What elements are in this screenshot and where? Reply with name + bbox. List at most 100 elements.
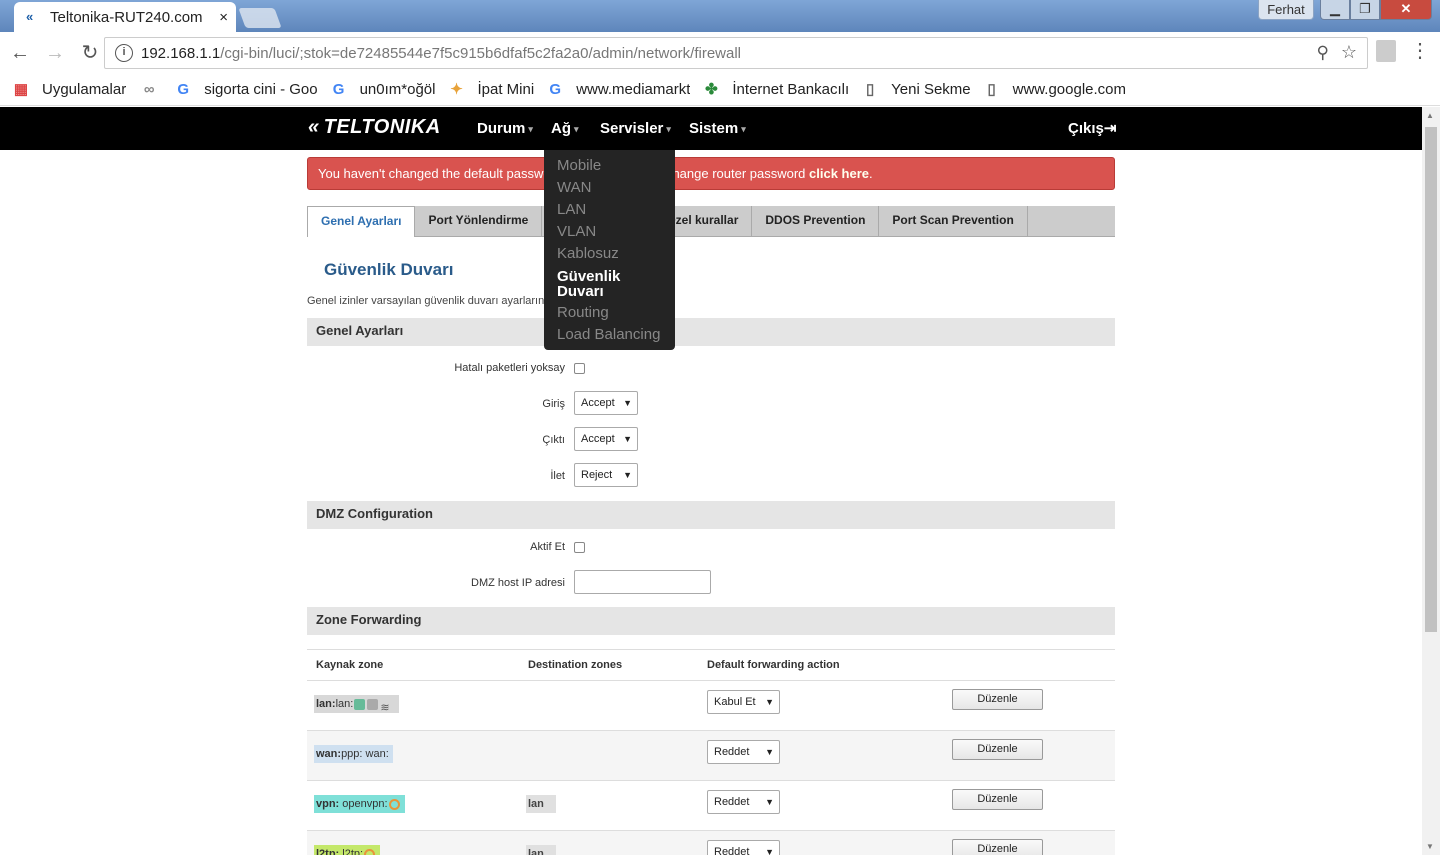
bookmark-item[interactable]: Gsigorta cini - Goo — [174, 81, 317, 99]
teltonika-logo[interactable]: « TELTONIKA — [308, 116, 441, 139]
dmz-heading: DMZ Configuration — [307, 501, 1115, 529]
bookmark-item[interactable]: ✦ İpat Mini — [447, 81, 534, 99]
dropdown-item-lan[interactable]: LAN — [544, 199, 675, 221]
nav-durum-label: Durum — [477, 120, 526, 137]
dropdown-item-load-balancing[interactable]: Load Balancing — [544, 324, 675, 346]
close-tab-icon[interactable]: × — [219, 9, 228, 26]
forward-policy-select[interactable]: Reject ▼ — [574, 463, 638, 487]
link-icon: ∞ — [143, 80, 155, 98]
edit-button[interactable]: Düzenle — [952, 739, 1043, 760]
zone-forwarding-heading: Zone Forwarding — [307, 607, 1115, 635]
bookmark-item[interactable]: ▯ www.google.com — [983, 81, 1126, 99]
bookmark-label: İpat Mini — [477, 81, 535, 98]
dropdown-item-mobile[interactable]: Mobile — [544, 155, 675, 177]
zone-label: vpn: openvpn: — [314, 795, 405, 813]
logout-link[interactable]: Çıkış⇥ — [1068, 107, 1116, 150]
chevron-down-icon: ▾ — [741, 123, 746, 134]
col-destination-zones: Destination zones — [528, 659, 623, 671]
nav-ag[interactable]: Ağ ▾ — [551, 107, 579, 150]
bookmark-item[interactable]: Gwww.mediamarkt — [546, 81, 690, 99]
scroll-up-icon[interactable]: ▲ — [1426, 111, 1434, 120]
dropdown-item-routing[interactable]: Routing — [544, 302, 675, 324]
firewall-tabs: Genel AyarlarıPort YönlendirmeTrafik Kur… — [307, 206, 1115, 237]
input-policy-select[interactable]: Accept ▼ — [574, 391, 638, 415]
maximize-button[interactable]: ❐ — [1350, 0, 1380, 20]
output-label: Çıktı — [542, 434, 565, 446]
page-title: Güvenlik Duvarı — [324, 260, 454, 279]
output-policy-value: Accept — [581, 433, 615, 445]
bookmark-star-icon[interactable]: ☆ — [1341, 42, 1357, 63]
scrollbar-thumb[interactable] — [1425, 127, 1437, 632]
dropdown-item-g-venlik-duvar-[interactable]: Güvenlik Duvarı — [544, 265, 675, 302]
site-info-icon[interactable]: i — [115, 44, 133, 62]
change-password-link[interactable]: click here — [809, 166, 869, 181]
dmz-host-input[interactable] — [574, 570, 711, 594]
zone-name: lan: — [316, 698, 336, 710]
forward-policy-value: Reject — [581, 469, 613, 481]
bookmark-label: Yeni Sekme — [891, 81, 971, 98]
dmz-enable-checkbox[interactable] — [574, 542, 585, 553]
page-scrollbar[interactable]: ▲ ▼ — [1422, 107, 1440, 855]
scroll-down-icon[interactable]: ▼ — [1426, 842, 1434, 851]
network-dropdown-menu: Mobile WAN LAN VLAN Kablosuz Güvenlik Duvarı R… — [544, 150, 675, 350]
bookmark-label: Uygulamalar — [42, 81, 127, 98]
nav-servisler[interactable]: Servisler ▾ — [600, 107, 671, 150]
browser-toolbar: ← → ↻ i 192.168.1.1/cgi-bin/luci/;stok=d… — [0, 32, 1440, 74]
forward-action-select[interactable]: Kabul Et ▼ — [707, 690, 780, 714]
bookmark-item[interactable]: ▦ Uygulamalar — [12, 81, 126, 99]
dropdown-item-wan[interactable]: WAN — [544, 177, 675, 199]
forward-button[interactable]: → — [40, 38, 70, 68]
tab-genel-ayarlar-[interactable]: Genel Ayarları — [307, 206, 416, 237]
forward-action-select[interactable]: Reddet ▼ — [707, 790, 780, 814]
drop-invalid-checkbox[interactable] — [574, 363, 585, 374]
edit-button[interactable]: Düzenle — [952, 689, 1043, 710]
bookmark-label: www.mediamarkt — [576, 81, 691, 98]
dropdown-item-vlan[interactable]: VLAN — [544, 221, 675, 243]
new-tab-button[interactable] — [238, 8, 282, 28]
dmz-enable-row: Aktif Et — [307, 533, 1115, 563]
zone-name: l2tp: — [316, 848, 340, 855]
nav-sistem[interactable]: Sistem ▾ — [689, 107, 746, 150]
router-page: « TELTONIKA Durum ▾ Ağ ▾ Servisler ▾ Sistem… — [0, 107, 1422, 855]
close-window-button[interactable]: ✕ — [1380, 0, 1432, 20]
ethernet-icon — [367, 698, 379, 710]
forward-action-value: Reddet — [714, 846, 750, 855]
output-row: Çıktı Accept ▼ — [307, 427, 1115, 457]
zoom-icon[interactable]: ⚲ — [1317, 43, 1329, 63]
pdf-extension-icon[interactable] — [1376, 40, 1396, 62]
zone-forwarding-table: Kaynak zone Destination zones Default fo… — [307, 649, 1115, 855]
tab-port-scan-prevention[interactable]: Port Scan Prevention — [879, 206, 1028, 237]
tab-port-y-nlendirme[interactable]: Port Yönlendirme — [415, 206, 543, 237]
edit-button[interactable]: Düzenle — [952, 839, 1043, 855]
dropdown-arrow-icon: ▼ — [623, 470, 632, 480]
drop-invalid-row: Hatalı paketleri yoksay — [307, 354, 1115, 384]
nav-durum[interactable]: Durum ▾ — [477, 107, 533, 150]
profile-button[interactable]: Ferhat — [1258, 0, 1314, 20]
bookmark-item[interactable]: Gun0ım*oğöl — [330, 81, 436, 99]
back-button[interactable]: ← — [5, 38, 35, 68]
bookmark-item[interactable]: ∞ — [140, 81, 170, 99]
forward-action-select[interactable]: Reddet ▼ — [707, 740, 780, 764]
bookmark-item[interactable]: ✤ İnternet Bankacılı — [702, 81, 849, 99]
zone-networks: lan: — [335, 698, 354, 710]
output-policy-select[interactable]: Accept ▼ — [574, 427, 638, 451]
tab-title: Teltonika-RUT240.com — [50, 8, 203, 26]
reload-button[interactable]: ↻ — [75, 38, 105, 68]
zone-networks: l2tp: — [339, 848, 364, 855]
zone-networks: ppp: wan: — [341, 748, 389, 760]
address-bar[interactable]: i 192.168.1.1/cgi-bin/luci/;stok=de72485… — [104, 37, 1368, 69]
forward-action-select[interactable]: Reddet ▼ — [707, 840, 780, 855]
table-row: l2tp: l2tp: lan Reddet ▼ Düzenle — [307, 830, 1115, 855]
table-header: Kaynak zone Destination zones Default fo… — [307, 650, 1115, 680]
bookmark-item[interactable]: ▯ Yeni Sekme — [861, 81, 971, 99]
browser-menu-icon[interactable]: ⋮ — [1410, 38, 1430, 63]
edit-button[interactable]: Düzenle — [952, 789, 1043, 810]
table-row: lan:lan: ≋ Kabul Et ▼ Düzenle — [307, 680, 1115, 730]
zone-name: vpn: — [316, 798, 340, 810]
browser-tab[interactable]: « Teltonika-RUT240.com × — [14, 2, 236, 32]
minimize-button[interactable]: ▁ — [1320, 0, 1350, 20]
tab-ddos-prevention[interactable]: DDOS Prevention — [752, 206, 880, 237]
logo-text: TELTONIKA — [323, 116, 441, 138]
forward-action-value: Kabul Et — [714, 696, 756, 708]
dropdown-item-kablosuz[interactable]: Kablosuz — [544, 243, 675, 265]
